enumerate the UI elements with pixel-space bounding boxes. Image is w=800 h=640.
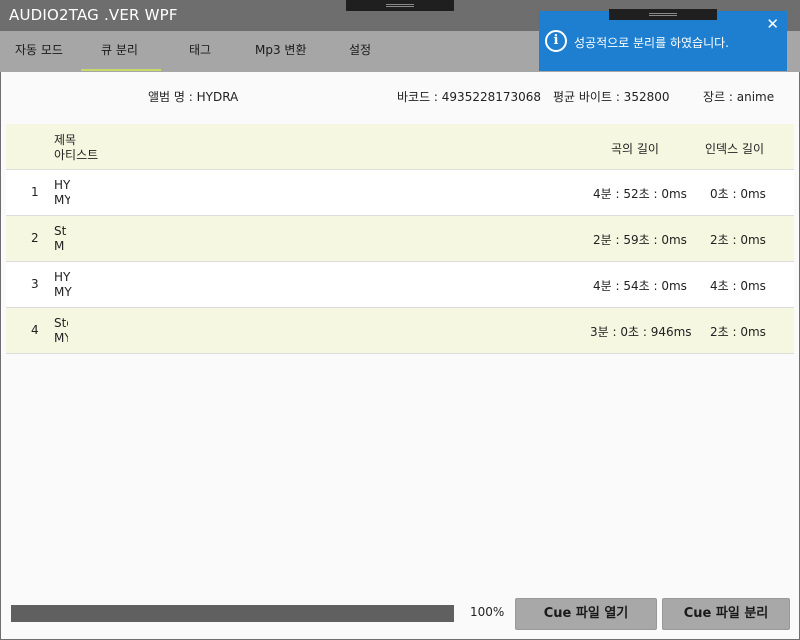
track-title: HY (54, 178, 70, 192)
track-index: 4초 : 0ms (710, 279, 766, 293)
tab-mp3-convert[interactable]: Mp3 변환 (255, 41, 307, 58)
header-length: 곡의 길이 (611, 142, 659, 156)
active-tab-indicator (81, 69, 161, 71)
progress-bar (11, 605, 454, 622)
track-title: HY (54, 270, 71, 284)
main-panel: 앨범 명 : HYDRA 바코드 : 4935228173068 평균 바이트 … (1, 72, 799, 639)
album-barcode: 바코드 : 4935228173068 (397, 90, 542, 104)
header-artist: 아티스트 (54, 148, 99, 162)
table-row[interactable]: 4 Sto MY 3분 : 0초 : 946ms 2초 : 0ms (6, 308, 794, 354)
track-artist: MY (54, 193, 70, 207)
track-index: 2초 : 0ms (710, 325, 766, 339)
tab-auto-mode[interactable]: 자동 모드 (15, 41, 63, 58)
tab-cue-split[interactable]: 큐 분리 (101, 41, 138, 58)
table-row[interactable]: 2 St M 2분 : 59초 : 0ms 2초 : 0ms (6, 216, 794, 262)
drag-handle-icon[interactable] (346, 0, 454, 11)
track-length: 4분 : 52초 : 0ms (593, 187, 687, 201)
track-table: 제목 아티스트 곡의 길이 인덱스 길이 1 HY MY 4분 : 52초 : … (6, 124, 794, 354)
toast-drag-handle-icon[interactable] (609, 9, 717, 20)
success-toast: i 성공적으로 분리를 하였습니다. ✕ (539, 9, 787, 71)
tab-settings[interactable]: 설정 (349, 41, 371, 58)
album-genre: 장르 : anime (703, 90, 775, 104)
track-length: 2분 : 59초 : 0ms (593, 233, 687, 247)
track-index: 2초 : 0ms (710, 233, 766, 247)
table-row[interactable]: 3 HY MY 4분 : 54초 : 0ms 4초 : 0ms (6, 262, 794, 308)
table-header: 제목 아티스트 곡의 길이 인덱스 길이 (6, 124, 794, 170)
track-index: 0초 : 0ms (710, 187, 766, 201)
open-cue-button[interactable]: Cue 파일 열기 (515, 598, 657, 630)
progress-percent: 100% (470, 605, 505, 619)
album-name: 앨범 명 : HYDRA (148, 90, 239, 104)
app-title: AUDIO2TAG .VER WPF (9, 6, 178, 24)
track-title: Sto (54, 316, 68, 330)
track-number: 4 (31, 323, 39, 337)
track-artist: M (54, 239, 65, 253)
header-index-length: 인덱스 길이 (705, 142, 765, 156)
close-icon[interactable]: ✕ (766, 15, 779, 33)
track-number: 3 (31, 277, 39, 291)
track-artist: MY (54, 285, 72, 299)
track-artist: MY (54, 331, 68, 345)
progress-fill (11, 605, 454, 622)
tab-tag[interactable]: 태그 (189, 41, 211, 58)
toast-message: 성공적으로 분리를 하였습니다. (574, 36, 729, 50)
info-icon: i (545, 30, 567, 52)
track-number: 2 (31, 231, 39, 245)
track-title: St (54, 224, 67, 238)
album-bitrate: 평균 바이트 : 352800 (553, 90, 670, 104)
table-row[interactable]: 1 HY MY 4분 : 52초 : 0ms 0초 : 0ms (6, 170, 794, 216)
split-cue-button[interactable]: Cue 파일 분리 (662, 598, 790, 630)
track-length: 4분 : 54초 : 0ms (593, 279, 687, 293)
track-length: 3분 : 0초 : 946ms (590, 325, 692, 339)
track-number: 1 (31, 185, 39, 199)
